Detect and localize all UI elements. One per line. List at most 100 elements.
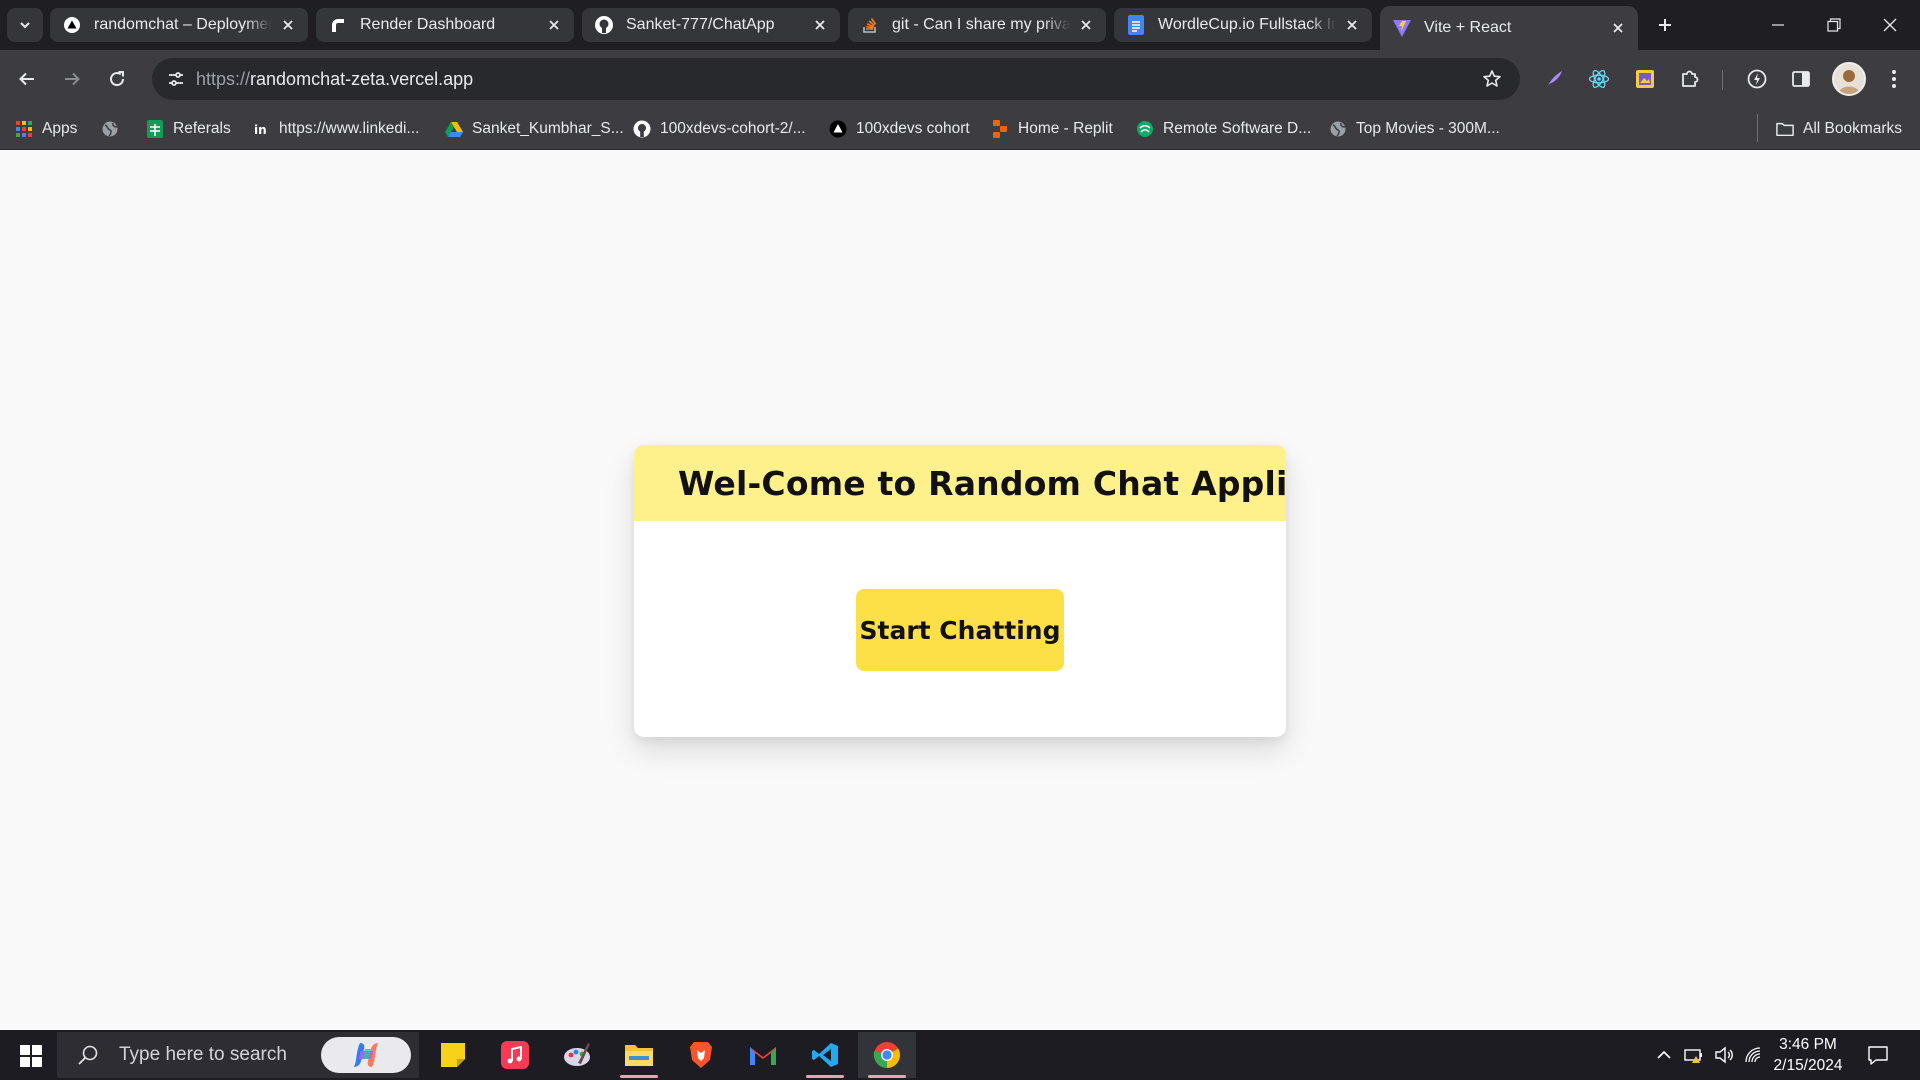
url-text[interactable]: https://randomchat-zeta.vercel.app (196, 69, 473, 90)
taskbar-brave[interactable] (672, 1032, 730, 1078)
close-icon[interactable] (1076, 15, 1096, 35)
reload-button[interactable] (99, 61, 135, 97)
tab-title: Render Dashboard (360, 16, 496, 33)
tab-render-dashboard[interactable]: Render Dashboard (316, 8, 574, 42)
forward-button[interactable] (54, 61, 90, 97)
google-sheets-icon (146, 120, 164, 138)
close-icon (1883, 18, 1897, 32)
chevron-down-icon (20, 22, 30, 29)
close-window-button[interactable] (1862, 0, 1918, 50)
profile-avatar[interactable] (1832, 62, 1866, 96)
taskbar-search[interactable]: Type here to search (57, 1032, 419, 1078)
bookmark-top-movies[interactable]: Top Movies - 300M... (1329, 116, 1500, 142)
copilot-button[interactable] (321, 1037, 411, 1073)
show-hidden-icons[interactable] (1653, 1044, 1675, 1066)
reload-icon (110, 71, 125, 87)
bookmark-100xdevs-cohort[interactable]: 100xdevs cohort (829, 116, 970, 142)
battery-tray-icon[interactable] (1683, 1044, 1705, 1066)
tab-search-button[interactable] (7, 8, 43, 42)
windows-logo-icon (20, 1045, 42, 1067)
close-icon[interactable] (1342, 15, 1362, 35)
side-panel-icon[interactable] (1785, 63, 1817, 95)
arrow-left-icon (19, 72, 34, 86)
star-icon (1483, 70, 1501, 87)
github-icon (633, 120, 651, 138)
taskbar-gmail[interactable] (734, 1032, 792, 1078)
chevron-up-icon (1657, 1050, 1671, 1059)
bookmark-remote-software[interactable]: Remote Software D... (1136, 116, 1311, 142)
wifi-icon[interactable] (1743, 1044, 1765, 1066)
tab-title: git - Can I share my private (892, 16, 1070, 33)
volume-icon[interactable] (1713, 1044, 1735, 1066)
bookmark-label: Home - Replit (1018, 120, 1113, 137)
taskbar-file-explorer[interactable] (610, 1032, 668, 1078)
bookmark-resume-drive[interactable]: Sanket_Kumbhar_S... (445, 116, 624, 142)
bookmark-referals[interactable]: Referals (146, 116, 231, 142)
minimize-button[interactable] (1750, 0, 1806, 50)
start-chatting-button[interactable]: Start Chatting (856, 589, 1064, 671)
tab-wordlecup-doc[interactable]: WordleCup.io Fullstack Inte (1114, 8, 1372, 42)
apps-grid-icon (15, 120, 33, 138)
arrow-right-icon (65, 72, 80, 86)
globe-icon (101, 120, 119, 138)
taskbar-vscode[interactable] (796, 1032, 854, 1078)
plus-icon (1659, 19, 1671, 31)
clock-time: 3:46 PM (1779, 1036, 1837, 1053)
brave-icon (690, 1042, 712, 1068)
tab-stackoverflow-git[interactable]: git - Can I share my private (848, 8, 1106, 42)
restore-icon (1827, 18, 1841, 32)
taskbar-chrome[interactable] (858, 1032, 916, 1078)
search-placeholder: Type here to search (119, 1044, 287, 1065)
taskbar-music[interactable] (486, 1032, 544, 1078)
tab-randomchat-deployment[interactable]: randomchat – Deployment (50, 8, 308, 42)
page-viewport: Wel-Come to Random Chat Application Star… (0, 151, 1920, 1030)
globe-icon (1329, 120, 1347, 138)
folder-icon (1776, 120, 1794, 138)
bookmarks-divider (1757, 114, 1758, 142)
new-tab-button[interactable] (1650, 10, 1680, 40)
notifications-icon[interactable] (1867, 1044, 1889, 1066)
react-devtools-icon[interactable] (1583, 63, 1615, 95)
taskbar-clock[interactable]: 3:46 PM 2/15/2024 (1770, 1034, 1846, 1076)
windows-start-button[interactable] (12, 1038, 50, 1074)
close-icon[interactable] (810, 15, 830, 35)
feather-extension-icon[interactable] (1538, 63, 1570, 95)
url-scheme: https:// (196, 69, 251, 89)
tab-title: Vite + React (1424, 19, 1512, 36)
performance-icon[interactable] (1741, 63, 1773, 95)
tab-title: WordleCup.io Fullstack Inte (1158, 16, 1336, 33)
taskbar-sticky-notes[interactable] (424, 1032, 482, 1078)
bookmark-globe[interactable] (101, 116, 128, 142)
taskbar-paint[interactable] (548, 1032, 606, 1078)
folder-icon (625, 1045, 653, 1066)
tab-vite-react[interactable]: Vite + React (1380, 6, 1638, 50)
google-docs-icon (1126, 15, 1146, 35)
bookmark-apps[interactable]: Apps (15, 116, 77, 142)
back-button[interactable] (9, 61, 45, 97)
all-bookmarks-button[interactable]: All Bookmarks (1776, 116, 1902, 142)
vite-icon (1392, 18, 1412, 38)
close-icon[interactable] (1608, 18, 1628, 38)
toolbar-divider (1722, 70, 1723, 90)
bookmark-replit[interactable]: Home - Replit (991, 116, 1113, 142)
bookmark-star-button[interactable] (1476, 63, 1508, 95)
browser-toolbar: https://randomchat-zeta.vercel.app (0, 50, 1920, 108)
close-icon[interactable] (278, 15, 298, 35)
site-info-icon[interactable] (160, 63, 192, 95)
bookmark-100xdevs-github[interactable]: 100xdevs-cohort-2/... (633, 116, 806, 142)
extensions-puzzle-icon[interactable] (1674, 63, 1706, 95)
tab-github-chatapp[interactable]: Sanket-777/ChatApp (582, 8, 840, 42)
tab-strip: randomchat – Deployment Render Dashboard… (0, 0, 1920, 50)
stackoverflow-icon (860, 15, 880, 35)
more-menu-icon[interactable] (1878, 63, 1910, 95)
page-title: Wel-Come to Random Chat Application (678, 463, 1286, 503)
welcome-card: Wel-Come to Random Chat Application Star… (634, 445, 1286, 737)
image-extension-icon[interactable] (1629, 63, 1661, 95)
close-icon[interactable] (544, 15, 564, 35)
bookmark-label: Top Movies - 300M... (1356, 120, 1500, 137)
card-header: Wel-Come to Random Chat Application (634, 445, 1286, 521)
address-bar[interactable]: https://randomchat-zeta.vercel.app (152, 58, 1520, 100)
chrome-icon (873, 1042, 900, 1068)
bookmark-linkedin[interactable]: in https://www.linkedi... (252, 116, 419, 142)
restore-button[interactable] (1806, 0, 1862, 50)
